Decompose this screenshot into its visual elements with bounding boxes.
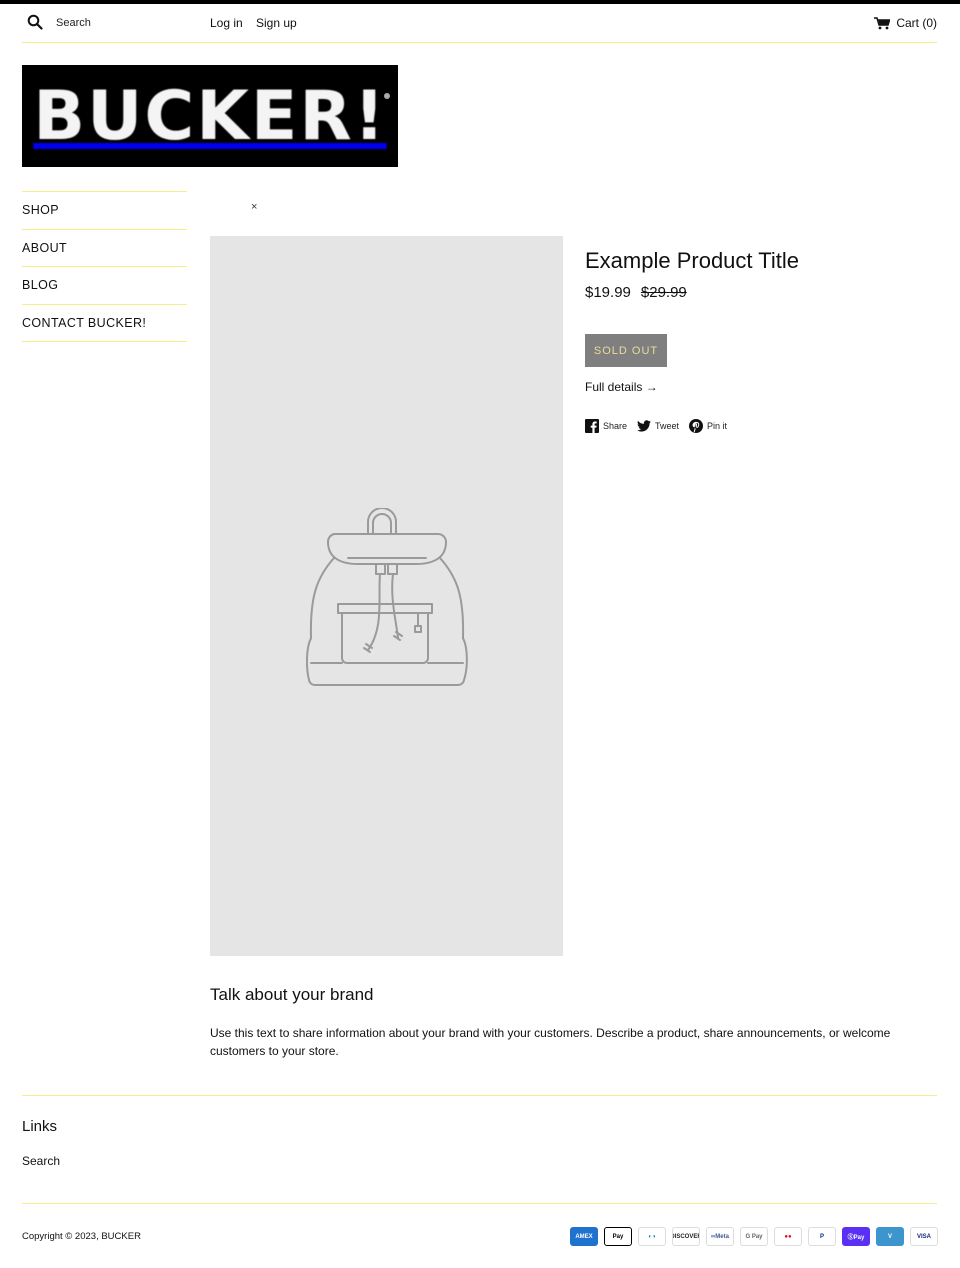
copyright: Copyright © 2023, BUCKER bbox=[22, 1231, 141, 1242]
product-title: Example Product Title bbox=[585, 248, 799, 273]
footer-links-title: Links bbox=[22, 1118, 58, 1135]
meta-pay-icon: ∞Meta bbox=[706, 1227, 734, 1246]
signup-link[interactable]: Sign up bbox=[256, 16, 297, 30]
apple-pay-icon: Pay bbox=[604, 1227, 632, 1246]
venmo-icon: V bbox=[876, 1227, 904, 1246]
share-facebook-link[interactable]: Share bbox=[585, 419, 627, 433]
cart-label: Cart (0) bbox=[896, 16, 937, 30]
nav-item-shop[interactable]: SHOP bbox=[22, 192, 187, 230]
cart-link[interactable]: Cart (0) bbox=[874, 16, 937, 30]
product-price: $19.99 bbox=[585, 284, 631, 301]
login-link[interactable]: Log in bbox=[210, 16, 243, 30]
nav-item-about[interactable]: ABOUT bbox=[22, 230, 187, 267]
twitter-icon bbox=[637, 420, 652, 432]
nav-item-contact[interactable]: CONTACT BUCKER! bbox=[22, 305, 187, 342]
logo-text: BUCKER! bbox=[33, 76, 387, 156]
paypal-icon: P bbox=[808, 1227, 836, 1246]
share-pinterest-link[interactable]: Pin it bbox=[689, 419, 727, 433]
sold-out-button[interactable]: SOLD OUT bbox=[585, 334, 667, 367]
visa-icon: VISA bbox=[910, 1227, 938, 1246]
compare-at-price: $29.99 bbox=[640, 284, 687, 301]
price-row: $19.99 $29.99 bbox=[585, 284, 937, 301]
diners-club-icon: ◐◑ bbox=[638, 1227, 666, 1246]
cart-icon bbox=[874, 16, 891, 29]
share-twitter-label: Tweet bbox=[655, 421, 680, 431]
mastercard-icon: ●● bbox=[774, 1227, 802, 1246]
search-input[interactable] bbox=[56, 14, 206, 32]
share-pinterest-label: Pin it bbox=[707, 421, 728, 431]
backpack-placeholder-icon bbox=[306, 508, 468, 686]
payment-icons: AMEX Pay ◐◑ DISCOVER ∞Meta G Pay ●● P ⓈPay V VISA bbox=[570, 1227, 938, 1246]
registered-mark-icon bbox=[384, 93, 390, 99]
amex-icon: AMEX bbox=[570, 1227, 598, 1246]
google-pay-icon: G Pay bbox=[740, 1227, 768, 1246]
brand-text: Use this text to share information about… bbox=[210, 1026, 891, 1058]
product-info: Example Product Title $19.99 $29.99 SOLD… bbox=[585, 248, 937, 433]
social-share: Share Tweet Pin it bbox=[585, 419, 937, 433]
facebook-icon bbox=[585, 419, 599, 433]
product-image-placeholder bbox=[210, 236, 563, 956]
footer-divider bbox=[22, 1095, 937, 1096]
discover-icon: DISCOVER bbox=[672, 1227, 700, 1246]
site-nav: SHOP ABOUT BLOG CONTACT BUCKER! bbox=[22, 191, 187, 342]
close-icon[interactable]: × bbox=[251, 201, 257, 213]
site-header: Log in Sign up Cart (0) bbox=[22, 4, 937, 43]
full-details-link[interactable]: Full details → bbox=[585, 380, 937, 394]
share-facebook-label: Share bbox=[603, 421, 628, 431]
pinterest-icon bbox=[689, 419, 704, 433]
footer-divider-bottom bbox=[22, 1203, 937, 1204]
brand-title: Talk about your brand bbox=[210, 985, 374, 1004]
search-icon[interactable] bbox=[27, 14, 43, 30]
store-logo[interactable]: BUCKER! bbox=[22, 65, 398, 167]
nav-item-blog[interactable]: BLOG bbox=[22, 267, 187, 305]
share-twitter-link[interactable]: Tweet bbox=[637, 419, 679, 433]
shop-pay-icon: ⓈPay bbox=[842, 1227, 870, 1246]
brand-section: Talk about your brand Use this text to s… bbox=[210, 985, 937, 1060]
footer-link-search[interactable]: Search bbox=[22, 1154, 60, 1168]
